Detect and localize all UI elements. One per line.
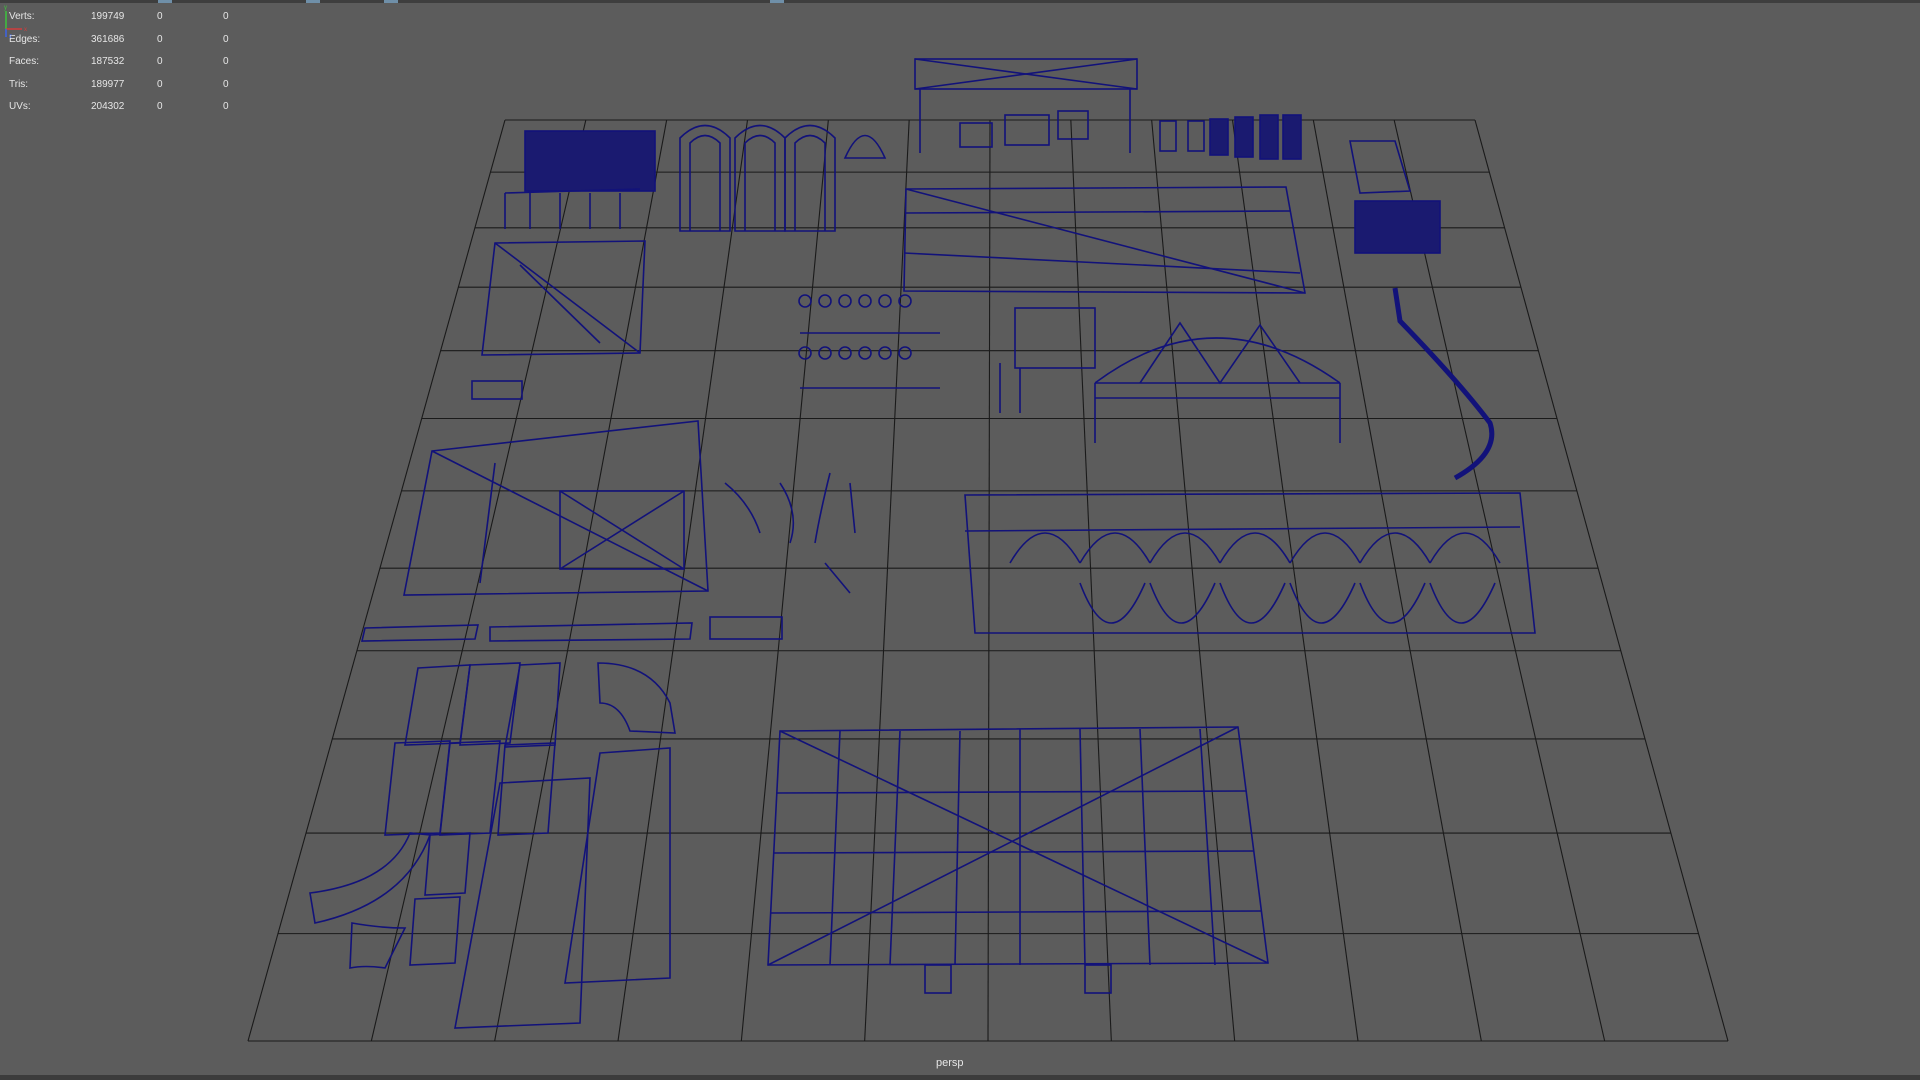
grid-line <box>1070 119 1112 1042</box>
grid-line <box>494 119 668 1042</box>
hud-selected: 0 <box>157 56 163 68</box>
grid-line <box>740 119 829 1042</box>
hud-label: UVs: <box>9 101 31 113</box>
truss-platform <box>903 186 1306 294</box>
small-props <box>798 294 940 389</box>
grid-line <box>1151 119 1236 1042</box>
hud-row-faces: Faces: 187532 0 0 <box>9 51 229 74</box>
poly-count-hud: Verts: 199749 0 0 Edges: 361686 0 0 Face… <box>9 6 229 119</box>
arch-bridge <box>1094 321 1341 443</box>
perspective-viewport[interactable]: Verts: 199749 0 0 Edges: 361686 0 0 Face… <box>0 3 1920 1075</box>
hud-component: 0 <box>223 33 229 45</box>
right-panels <box>1349 140 1441 254</box>
hud-row-edges: Edges: 361686 0 0 <box>9 29 229 52</box>
bench <box>471 380 523 400</box>
hud-selected: 0 <box>157 11 163 22</box>
crates-cluster <box>504 130 656 229</box>
room-cage <box>481 240 646 356</box>
hud-row-tris: Tris: 189977 0 0 <box>9 74 229 97</box>
axis-y-label: y <box>4 5 7 11</box>
grid-line <box>247 119 506 1042</box>
building-frame <box>403 420 709 596</box>
grid-line <box>987 119 991 1042</box>
grid-line <box>617 119 749 1042</box>
wireframe-objects[interactable] <box>309 58 1536 1029</box>
grid-line <box>1474 119 1729 1042</box>
barrels <box>1159 114 1302 160</box>
arched-arcade <box>964 492 1536 634</box>
grid-line <box>1231 119 1359 1042</box>
gantry <box>914 58 1138 153</box>
axis-z-label: z <box>9 34 12 39</box>
hud-value: 204302 <box>91 101 125 113</box>
view-axis-icon: y x z <box>4 5 27 39</box>
hud-value: 199749 <box>91 11 125 22</box>
grid-line <box>864 119 910 1042</box>
hud-selected: 0 <box>157 78 163 90</box>
scene-canvas[interactable] <box>0 3 1920 1075</box>
winding-pipe <box>1392 287 1495 481</box>
ground-grid <box>247 119 1729 1042</box>
camera-label: persp <box>936 1057 964 1069</box>
grid-line <box>1393 119 1606 1042</box>
domed-gates <box>679 124 887 232</box>
road-pieces <box>309 662 676 1029</box>
hud-row-verts: Verts: 199749 0 0 <box>9 6 229 29</box>
hud-selected: 0 <box>157 101 163 113</box>
grid-line <box>1312 119 1482 1042</box>
hud-component: 0 <box>223 11 229 22</box>
hud-selected: 0 <box>157 33 163 45</box>
warehouse-grid <box>767 726 1269 994</box>
hud-component: 0 <box>223 56 229 68</box>
hud-component: 0 <box>223 101 229 113</box>
hud-row-uvs: UVs: 204302 0 0 <box>9 96 229 119</box>
tower <box>999 307 1096 413</box>
hud-label: Tris: <box>9 78 29 90</box>
hud-value: 361686 <box>91 33 125 45</box>
hud-value: 189977 <box>91 78 125 90</box>
hud-component: 0 <box>223 78 229 90</box>
bottom-bar <box>0 1075 1920 1080</box>
axis-x-label: x <box>24 27 27 33</box>
hud-label: Faces: <box>9 56 40 68</box>
hud-value: 187532 <box>91 56 125 68</box>
